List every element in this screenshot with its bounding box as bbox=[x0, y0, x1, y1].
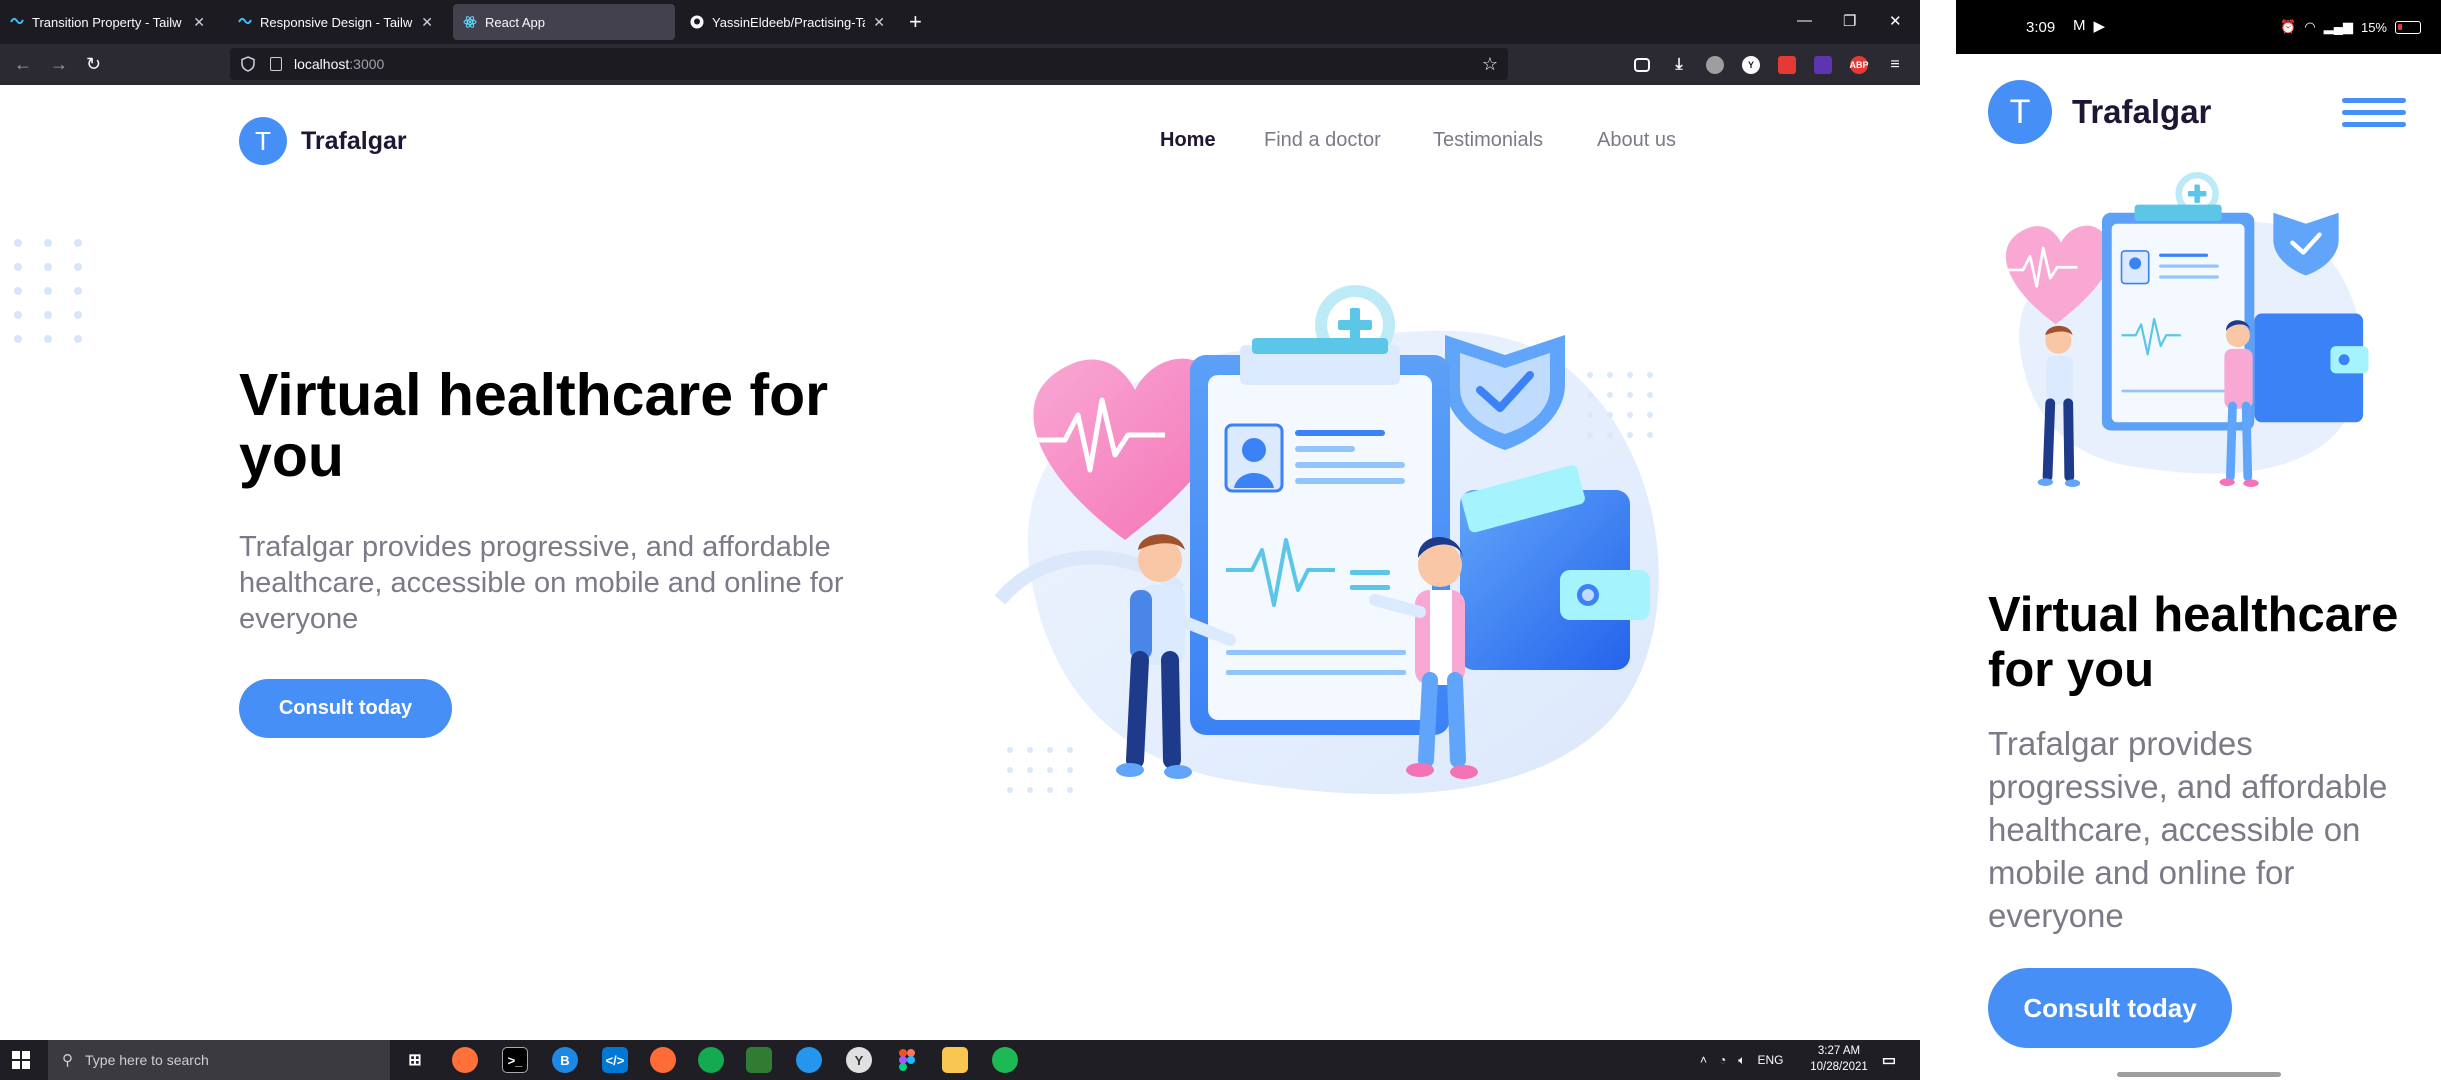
language-indicator[interactable]: ENG bbox=[1757, 1053, 1783, 1067]
shield-icon bbox=[241, 56, 255, 72]
tab-title: Responsive Design - Tailwind CSS bbox=[260, 14, 413, 30]
extension-y-icon[interactable]: Y bbox=[1742, 56, 1760, 74]
phone-time: 3:09 bbox=[2026, 19, 2056, 36]
youtube-icon: ▶ bbox=[2093, 18, 2106, 35]
search-placeholder: Type here to search bbox=[85, 1052, 209, 1068]
phone-status-right: ⏰ ◠ ▂▄▆ 15% bbox=[2280, 19, 2421, 35]
tab-react-app[interactable]: React App bbox=[453, 4, 675, 40]
brand-name: Trafalgar bbox=[2072, 93, 2212, 130]
mobile-brand-logo[interactable]: T Trafalgar bbox=[1988, 80, 2211, 144]
notification-icons: M ▶ bbox=[2073, 17, 2105, 35]
app-b-icon[interactable]: B bbox=[552, 1047, 578, 1073]
task-view-icon[interactable]: ⊞ bbox=[402, 1047, 428, 1073]
tab-title: Transition Property - Tailwind CSS bbox=[32, 14, 182, 30]
nav-home[interactable]: Home bbox=[1160, 129, 1216, 152]
terminal-icon[interactable]: >_ bbox=[502, 1047, 528, 1073]
consult-today-button[interactable]: Consult today bbox=[239, 679, 452, 738]
vscode-icon[interactable]: </> bbox=[602, 1047, 628, 1073]
file-explorer-icon[interactable] bbox=[942, 1047, 968, 1073]
nav-find-a-doctor[interactable]: Find a doctor bbox=[1264, 129, 1381, 152]
battery-percentage: 15% bbox=[2360, 19, 2387, 35]
logo-mark: T bbox=[239, 117, 287, 165]
windows-taskbar: ⚲ Type here to search ⊞ >_ B </> Y ˄ ◔ 🔈… bbox=[0, 1040, 1920, 1080]
decorative-dots bbox=[14, 239, 82, 343]
battery-icon bbox=[2395, 20, 2421, 34]
nav-testimonials[interactable]: Testimonials bbox=[1433, 129, 1543, 152]
github-icon bbox=[690, 15, 704, 29]
system-tray: ˄ ◔ 🔈︎ ENG bbox=[1700, 1040, 1783, 1080]
navigation-toolbar: ← → ↻ localhost:3000 ☆ ⤓ Y ABP ≡ bbox=[0, 44, 1920, 85]
docker-icon[interactable] bbox=[796, 1047, 822, 1073]
speaker-icon[interactable]: 🔈︎ bbox=[1738, 1053, 1745, 1068]
extension-gray-icon[interactable] bbox=[1706, 56, 1724, 74]
brand-name: Trafalgar bbox=[301, 126, 407, 155]
reload-icon[interactable]: ↻ bbox=[86, 53, 101, 75]
tab-transition-property[interactable]: Transition Property - Tailwind CSS ✕ bbox=[0, 0, 215, 44]
hero-subtitle: Trafalgar provides progressive, and affo… bbox=[239, 531, 844, 635]
chevron-up-icon[interactable]: ˄ bbox=[1700, 1053, 1707, 1067]
app-y-icon[interactable]: Y bbox=[846, 1047, 872, 1073]
adblock-icon[interactable]: ABP bbox=[1850, 56, 1869, 74]
close-tab-icon[interactable]: ✕ bbox=[873, 14, 885, 31]
gmail-icon: M bbox=[2073, 17, 2086, 34]
search-icon: ⚲ bbox=[62, 1052, 73, 1069]
tab-responsive-design[interactable]: Responsive Design - Tailwind CSS ✕ bbox=[228, 0, 443, 44]
website-viewport: T Trafalgar Home Find a doctor Testimoni… bbox=[0, 85, 1920, 1040]
new-tab-button[interactable]: + bbox=[909, 10, 922, 34]
tailwind-icon bbox=[10, 15, 24, 29]
logo-mark: T bbox=[1988, 80, 2052, 144]
notifications-icon[interactable]: ▭ bbox=[1876, 1047, 1902, 1073]
windows-start-icon[interactable] bbox=[12, 1051, 30, 1069]
minimize-button[interactable]: — bbox=[1797, 12, 1812, 29]
react-icon bbox=[463, 15, 477, 29]
bookmark-star-icon[interactable]: ☆ bbox=[1482, 54, 1498, 75]
app-leaf-icon[interactable] bbox=[746, 1047, 772, 1073]
tab-github-repo[interactable]: YassinEldeeb/Practising-Tailwind ✕ bbox=[680, 0, 895, 44]
tab-title: React App bbox=[485, 14, 545, 30]
mobile-screen: 3:09 M ▶ ⏰ ◠ ▂▄▆ 15% T Trafalgar Virtual… bbox=[1956, 0, 2441, 1080]
hamburger-menu-icon[interactable] bbox=[2342, 98, 2406, 127]
healthcare-illustration bbox=[994, 285, 1659, 795]
tab-bar: Transition Property - Tailwind CSS ✕ Res… bbox=[0, 0, 1920, 44]
close-tab-icon[interactable]: ✕ bbox=[193, 14, 205, 31]
postman-icon[interactable] bbox=[650, 1047, 676, 1073]
tailwind-icon bbox=[238, 15, 252, 29]
back-icon[interactable]: ← bbox=[14, 53, 32, 75]
spotify-icon[interactable] bbox=[992, 1047, 1018, 1073]
forward-icon[interactable]: → bbox=[50, 53, 68, 75]
wifi-icon: ◠ bbox=[2304, 19, 2316, 34]
url-text: localhost:3000 bbox=[294, 56, 385, 72]
network-icon[interactable]: ◔ bbox=[1719, 1053, 1726, 1067]
mongodb-compass-icon[interactable] bbox=[698, 1047, 724, 1073]
alarm-icon: ⏰ bbox=[2280, 19, 2297, 34]
download-icon[interactable]: ⤓ bbox=[1670, 56, 1688, 74]
mobile-hero-title: Virtual healthcare for you bbox=[1988, 588, 2399, 697]
mobile-consult-today-button[interactable]: Consult today bbox=[1988, 968, 2232, 1048]
extension-purple-icon[interactable] bbox=[1814, 56, 1832, 74]
clock-date: 10/28/2021 bbox=[1810, 1061, 1868, 1073]
menu-icon[interactable]: ≡ bbox=[1886, 56, 1904, 74]
brand-logo[interactable]: T Trafalgar bbox=[239, 117, 407, 165]
home-indicator[interactable] bbox=[2117, 1072, 2281, 1077]
pocket-icon[interactable] bbox=[1634, 58, 1650, 72]
signal-icon: ▂▄▆ bbox=[2323, 19, 2353, 34]
mobile-hero-subtitle: Trafalgar provides progressive, and affo… bbox=[1988, 725, 2388, 934]
clock-time: 3:27 AM bbox=[1817, 1045, 1861, 1057]
address-bar[interactable]: localhost:3000 ☆ bbox=[230, 48, 1508, 80]
nav-about-us[interactable]: About us bbox=[1597, 129, 1676, 152]
close-tab-icon[interactable]: ✕ bbox=[421, 14, 433, 31]
figma-icon[interactable] bbox=[894, 1047, 920, 1073]
restore-button[interactable]: ❐ bbox=[1843, 12, 1856, 30]
close-window-button[interactable]: ✕ bbox=[1889, 12, 1902, 30]
phone-status-bar: 3:09 M ▶ ⏰ ◠ ▂▄▆ 15% bbox=[1956, 0, 2441, 54]
hero-title: Virtual healthcare for you bbox=[239, 362, 829, 489]
taskbar-search[interactable]: ⚲ Type here to search bbox=[48, 1040, 390, 1080]
mobile-healthcare-illustration bbox=[2004, 172, 2369, 488]
firefox-icon[interactable] bbox=[452, 1047, 478, 1073]
clock[interactable]: 3:27 AM 10/28/2021 bbox=[1804, 1043, 1874, 1075]
extension-red-icon[interactable] bbox=[1778, 56, 1796, 74]
tab-title: YassinEldeeb/Practising-Tailwind bbox=[712, 14, 865, 30]
page-icon bbox=[270, 57, 282, 71]
desktop-browser-window: Transition Property - Tailwind CSS ✕ Res… bbox=[0, 0, 1920, 1080]
